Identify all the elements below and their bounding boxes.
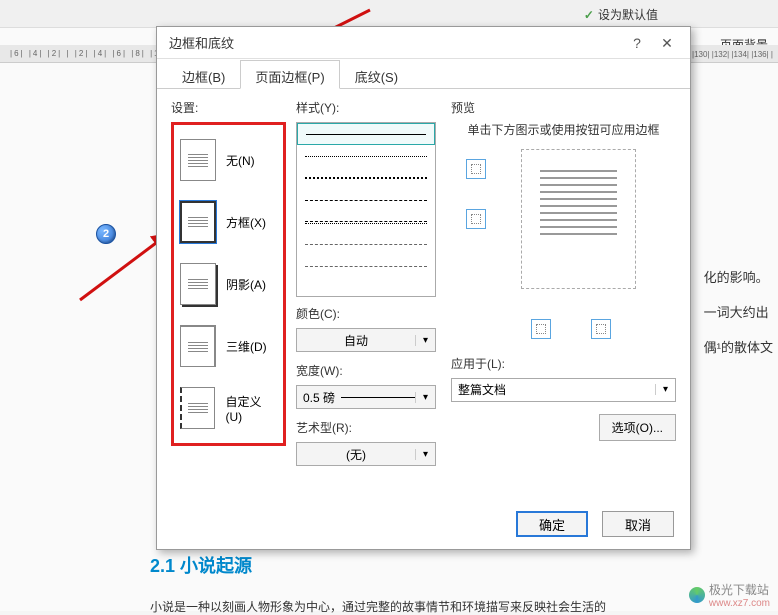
apply-dropdown[interactable]: 整篇文档 ▾ [451, 378, 676, 402]
style-label: 样式(Y): [296, 99, 441, 116]
none-icon [180, 139, 216, 181]
settings-highlight-box: 无(N) 方框(X) 阴影(A) 三维(D) 自定义(U) [171, 122, 286, 446]
preview-page[interactable] [521, 149, 636, 289]
help-button[interactable]: ? [622, 29, 652, 57]
color-dropdown[interactable]: 自动 ▾ [296, 328, 436, 352]
ruler-right: |130| |132| |134| |136| | [692, 50, 773, 59]
style-option[interactable] [297, 233, 435, 255]
style-column: 样式(Y): 颜色(C): 自动 ▾ 宽度(W): 0.5 磅 ▾ [296, 99, 441, 476]
document-text: 化的影响。 一词大约出 偶¹的散体文 [704, 260, 773, 365]
doc-line: 偶¹的散体文 [704, 330, 773, 365]
width-dropdown[interactable]: 0.5 磅 ▾ [296, 385, 436, 409]
chevron-down-icon: ▾ [655, 384, 675, 395]
watermark-url: www.xz7.com [709, 598, 770, 609]
tab-border[interactable]: 边框(B) [167, 60, 240, 89]
preview-column: 预览 单击下方图示或使用按钮可应用边框 应用于(L): 整篇文档 ▾ 选项(O)… [451, 99, 676, 476]
width-label: 宽度(W): [296, 362, 441, 379]
dialog-title: 边框和底纹 [165, 33, 622, 52]
box-icon [180, 201, 216, 243]
style-option[interactable] [297, 211, 435, 233]
chevron-down-icon: ▾ [415, 335, 435, 346]
style-option-solid[interactable] [297, 123, 435, 145]
setting-shadow-label: 阴影(A) [226, 276, 266, 293]
setting-box[interactable]: 方框(X) [176, 191, 281, 253]
app-toolbar [0, 0, 778, 28]
document-body: 小说是一种以刻画人物形象为中心，通过完整的故事情节和环境描写来反映社会生活的 [150, 598, 606, 615]
document-heading: 2.1 小说起源 [150, 552, 252, 578]
dialog-footer: 确定 取消 [516, 511, 674, 537]
preview-area [451, 149, 676, 349]
settings-label: 设置: [171, 99, 286, 116]
watermark-logo-icon [689, 587, 705, 603]
setting-custom-label: 自定义(U) [225, 393, 277, 424]
shadow-icon [180, 263, 216, 305]
art-label: 艺术型(R): [296, 419, 441, 436]
setting-threed[interactable]: 三维(D) [176, 315, 281, 377]
art-dropdown[interactable]: (无) ▾ [296, 442, 436, 466]
chevron-down-icon: ▾ [415, 449, 435, 460]
setting-shadow[interactable]: 阴影(A) [176, 253, 281, 315]
style-option[interactable] [297, 145, 435, 167]
apply-label: 应用于(L): [451, 355, 676, 372]
preview-hint: 单击下方图示或使用按钮可应用边框 [451, 122, 676, 139]
options-button[interactable]: 选项(O)... [599, 414, 676, 441]
tab-page-border[interactable]: 页面边框(P) [240, 60, 339, 89]
setting-none[interactable]: 无(N) [176, 129, 281, 191]
preview-label: 预览 [451, 99, 676, 116]
chevron-down-icon: ▾ [415, 392, 435, 403]
art-value: (无) [297, 446, 415, 463]
style-option[interactable] [297, 255, 435, 277]
watermark: 极光下载站 www.xz7.com [689, 581, 770, 609]
threed-icon [180, 325, 216, 367]
style-option[interactable] [297, 189, 435, 211]
color-value: 自动 [297, 332, 415, 349]
width-value: 0.5 磅 [297, 389, 415, 406]
tab-shading[interactable]: 底纹(S) [340, 60, 413, 89]
style-listbox[interactable] [296, 122, 436, 297]
watermark-name: 极光下载站 [709, 581, 770, 598]
settings-column: 设置: 无(N) 方框(X) 阴影(A) 三维(D) [171, 99, 286, 476]
setting-none-label: 无(N) [226, 152, 255, 169]
setting-threed-label: 三维(D) [226, 338, 267, 355]
apply-to-row: 应用于(L): 整篇文档 ▾ 选项(O)... [451, 355, 676, 402]
close-button[interactable]: ✕ [652, 29, 682, 57]
setting-box-label: 方框(X) [226, 214, 266, 231]
doc-line: 化的影响。 [704, 260, 773, 295]
custom-icon [180, 387, 215, 429]
set-default-label[interactable]: 设为默认值 [584, 6, 658, 23]
dialog-body: 设置: 无(N) 方框(X) 阴影(A) 三维(D) [157, 89, 690, 486]
border-left-button[interactable] [531, 319, 551, 339]
dialog-tabs: 边框(B) 页面边框(P) 底纹(S) [157, 59, 690, 89]
color-label: 颜色(C): [296, 305, 441, 322]
doc-line: 一词大约出 [704, 295, 773, 330]
apply-value: 整篇文档 [452, 381, 655, 398]
border-top-button[interactable] [466, 159, 486, 179]
cancel-button[interactable]: 取消 [602, 511, 674, 537]
border-bottom-button[interactable] [466, 209, 486, 229]
ok-button[interactable]: 确定 [516, 511, 588, 537]
setting-custom[interactable]: 自定义(U) [176, 377, 281, 439]
borders-shading-dialog: 边框和底纹 ? ✕ 边框(B) 页面边框(P) 底纹(S) 设置: 无(N) 方… [156, 26, 691, 550]
border-right-button[interactable] [591, 319, 611, 339]
dialog-titlebar: 边框和底纹 ? ✕ [157, 27, 690, 59]
style-option[interactable] [297, 167, 435, 189]
